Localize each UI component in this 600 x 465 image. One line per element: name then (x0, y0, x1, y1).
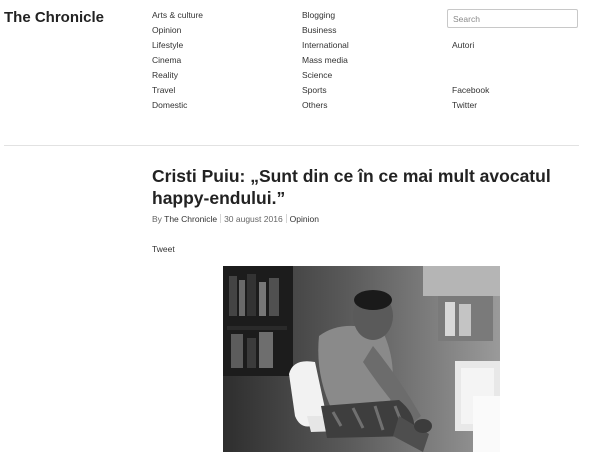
nav-link-others[interactable]: Others (302, 100, 328, 110)
nav-item: International (302, 39, 349, 54)
nav-link-blogging[interactable]: Blogging (302, 10, 335, 20)
nav-link-arts-culture[interactable]: Arts & culture (152, 10, 203, 20)
nav-link-science[interactable]: Science (302, 70, 332, 80)
nav-link-reality[interactable]: Reality (152, 70, 178, 80)
nav-item: Arts & culture (152, 9, 203, 24)
nav-item: Science (302, 69, 349, 84)
facebook-link[interactable]: Facebook (452, 85, 489, 95)
tweet-button[interactable]: Tweet (152, 244, 175, 254)
article-photo (223, 266, 500, 452)
nav-item: Travel (152, 84, 203, 99)
meta-separator (285, 214, 287, 223)
photo-illustration (223, 266, 500, 452)
nav-item: Opinion (152, 24, 203, 39)
nav-item: Business (302, 24, 349, 39)
category-link[interactable]: Opinion (290, 214, 319, 224)
article-title: Cristi Puiu: „Sunt din ce în ce mai mult… (152, 166, 551, 208)
nav-item: Reality (152, 69, 203, 84)
article-meta: By The Chronicle 30 august 2016 Opinion (152, 214, 319, 224)
nav-link-lifestyle[interactable]: Lifestyle (152, 40, 183, 50)
nav-item: Mass media (302, 54, 349, 69)
nav-item: Blogging (302, 9, 349, 24)
nav-item: Lifestyle (152, 39, 203, 54)
meta-separator (220, 214, 222, 223)
header-divider (4, 145, 579, 146)
nav-link-international[interactable]: International (302, 40, 349, 50)
nav-column-2: Blogging Business International Mass med… (302, 9, 349, 114)
author-link[interactable]: The Chronicle (164, 214, 217, 224)
nav-link-domestic[interactable]: Domestic (152, 100, 187, 110)
nav-link-mass-media[interactable]: Mass media (302, 55, 348, 65)
byline-prefix: By (152, 214, 162, 224)
nav-column-1: Arts & culture Opinion Lifestyle Cinema … (152, 9, 203, 114)
nav-link-cinema[interactable]: Cinema (152, 55, 181, 65)
authors-link[interactable]: Autori (452, 40, 474, 50)
nav-link-opinion[interactable]: Opinion (152, 25, 181, 35)
nav-link-business[interactable]: Business (302, 25, 337, 35)
nav-item: Domestic (152, 99, 203, 114)
nav-link-sports[interactable]: Sports (302, 85, 327, 95)
article-date: 30 august 2016 (224, 214, 283, 224)
site-logo[interactable]: The Chronicle (4, 9, 104, 26)
nav-item: Cinema (152, 54, 203, 69)
twitter-link[interactable]: Twitter (452, 100, 477, 110)
nav-link-travel[interactable]: Travel (152, 85, 175, 95)
nav-item: Sports (302, 84, 349, 99)
search-input[interactable] (447, 9, 578, 28)
nav-item: Others (302, 99, 349, 114)
